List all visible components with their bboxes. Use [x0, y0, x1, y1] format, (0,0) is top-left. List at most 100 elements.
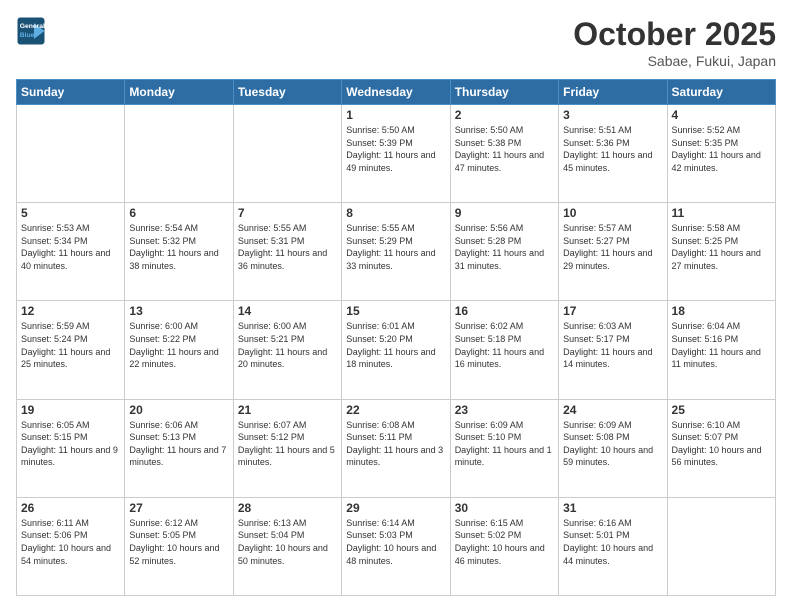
day-number: 10 — [563, 206, 662, 220]
day-number: 14 — [238, 304, 337, 318]
day-number: 15 — [346, 304, 445, 318]
calendar-cell: 10 Sunrise: 5:57 AMSunset: 5:27 PMDayligh… — [559, 203, 667, 301]
calendar-cell: 11Sunrise: 5:58 AMSunset: 5:25 PMDayligh… — [667, 203, 775, 301]
calendar-page: General Blue October 2025 Sabae, Fukui, … — [0, 0, 792, 612]
calendar-cell: 20 Sunrise: 6:06 AMSunset: 5:13 PMDayligh… — [125, 399, 233, 497]
day-number: 17 — [563, 304, 662, 318]
calendar-cell: 18 Sunrise: 6:04 AMSunset: 5:16 PMDayligh… — [667, 301, 775, 399]
calendar-cell: 22 Sunrise: 6:08 AMSunset: 5:11 PMDayligh… — [342, 399, 450, 497]
day-info: Sunrise: 6:12 AMSunset: 5:05 PMDaylight:… — [129, 517, 228, 567]
day-info: Sunrise: 6:02 AMSunset: 5:18 PMDaylight:… — [455, 320, 554, 370]
calendar-cell: 3 Sunrise: 5:51 AMSunset: 5:36 PMDaylight… — [559, 105, 667, 203]
week-row: 5Sunrise: 5:53 AMSunset: 5:34 PMDaylight… — [17, 203, 776, 301]
logo-icon: General Blue — [16, 16, 46, 46]
calendar-cell: 13Sunrise: 6:00 AMSunset: 5:22 PMDayligh… — [125, 301, 233, 399]
day-number: 12 — [21, 304, 120, 318]
day-info: Sunrise: 6:03 AMSunset: 5:17 PMDaylight:… — [563, 320, 662, 370]
calendar-cell: 4Sunrise: 5:52 AMSunset: 5:35 PMDaylight… — [667, 105, 775, 203]
day-header: Saturday — [667, 80, 775, 105]
calendar-cell: 29Sunrise: 6:14 AMSunset: 5:03 PMDayligh… — [342, 497, 450, 595]
day-number: 26 — [21, 501, 120, 515]
day-number: 11 — [672, 206, 771, 220]
day-number: 6 — [129, 206, 228, 220]
header: General Blue October 2025 Sabae, Fukui, … — [16, 16, 776, 69]
day-number: 25 — [672, 403, 771, 417]
week-row: 1Sunrise: 5:50 AMSunset: 5:39 PMDaylight… — [17, 105, 776, 203]
month-title: October 2025 — [573, 16, 776, 53]
day-header: Monday — [125, 80, 233, 105]
calendar-cell: 2 Sunrise: 5:50 AMSunset: 5:38 PMDaylight… — [450, 105, 558, 203]
day-number: 23 — [455, 403, 554, 417]
day-number: 9 — [455, 206, 554, 220]
day-number: 22 — [346, 403, 445, 417]
calendar-table: SundayMondayTuesdayWednesdayThursdayFrid… — [16, 79, 776, 596]
day-info: Sunrise: 6:00 AMSunset: 5:21 PMDaylight:… — [238, 320, 337, 370]
day-number: 21 — [238, 403, 337, 417]
day-info: Sunrise: 6:05 AMSunset: 5:15 PMDaylight:… — [21, 419, 120, 469]
day-info: Sunrise: 5:53 AMSunset: 5:34 PMDaylight:… — [21, 222, 120, 272]
day-info: Sunrise: 6:01 AMSunset: 5:20 PMDaylight:… — [346, 320, 445, 370]
calendar-cell: 21Sunrise: 6:07 AMSunset: 5:12 PMDayligh… — [233, 399, 341, 497]
day-info: Sunrise: 6:08 AMSunset: 5:11 PMDaylight:… — [346, 419, 445, 469]
day-info: Sunrise: 5:54 AMSunset: 5:32 PMDaylight:… — [129, 222, 228, 272]
day-info: Sunrise: 5:51 AMSunset: 5:36 PMDaylight:… — [563, 124, 662, 174]
calendar-cell: 9 Sunrise: 5:56 AMSunset: 5:28 PMDaylight… — [450, 203, 558, 301]
calendar-cell: 24 Sunrise: 6:09 AMSunset: 5:08 PMDayligh… — [559, 399, 667, 497]
title-area: October 2025 Sabae, Fukui, Japan — [573, 16, 776, 69]
calendar-cell: 16 Sunrise: 6:02 AMSunset: 5:18 PMDayligh… — [450, 301, 558, 399]
day-header: Thursday — [450, 80, 558, 105]
week-row: 26 Sunrise: 6:11 AMSunset: 5:06 PMDayligh… — [17, 497, 776, 595]
day-info: Sunrise: 6:04 AMSunset: 5:16 PMDaylight:… — [672, 320, 771, 370]
calendar-cell: 25 Sunrise: 6:10 AMSunset: 5:07 PMDayligh… — [667, 399, 775, 497]
day-info: Sunrise: 6:09 AMSunset: 5:10 PMDaylight:… — [455, 419, 554, 469]
calendar-cell — [17, 105, 125, 203]
day-info: Sunrise: 5:55 AMSunset: 5:29 PMDaylight:… — [346, 222, 445, 272]
day-number: 28 — [238, 501, 337, 515]
day-number: 30 — [455, 501, 554, 515]
day-number: 4 — [672, 108, 771, 122]
day-info: Sunrise: 5:56 AMSunset: 5:28 PMDaylight:… — [455, 222, 554, 272]
day-info: Sunrise: 6:13 AMSunset: 5:04 PMDaylight:… — [238, 517, 337, 567]
day-info: Sunrise: 6:11 AMSunset: 5:06 PMDaylight:… — [21, 517, 120, 567]
svg-text:Blue: Blue — [20, 32, 35, 39]
day-number: 3 — [563, 108, 662, 122]
day-number: 2 — [455, 108, 554, 122]
calendar-cell: 17 Sunrise: 6:03 AMSunset: 5:17 PMDayligh… — [559, 301, 667, 399]
day-number: 13 — [129, 304, 228, 318]
calendar-cell: 27 Sunrise: 6:12 AMSunset: 5:05 PMDayligh… — [125, 497, 233, 595]
calendar-cell: 31Sunrise: 6:16 AMSunset: 5:01 PMDayligh… — [559, 497, 667, 595]
calendar-cell: 12 Sunrise: 5:59 AMSunset: 5:24 PMDayligh… — [17, 301, 125, 399]
calendar-cell: 6 Sunrise: 5:54 AMSunset: 5:32 PMDaylight… — [125, 203, 233, 301]
calendar-cell: 5Sunrise: 5:53 AMSunset: 5:34 PMDaylight… — [17, 203, 125, 301]
day-number: 31 — [563, 501, 662, 515]
day-info: Sunrise: 6:09 AMSunset: 5:08 PMDaylight:… — [563, 419, 662, 469]
day-header: Friday — [559, 80, 667, 105]
calendar-cell: 28 Sunrise: 6:13 AMSunset: 5:04 PMDayligh… — [233, 497, 341, 595]
logo: General Blue — [16, 16, 50, 46]
day-number: 16 — [455, 304, 554, 318]
day-number: 29 — [346, 501, 445, 515]
calendar-cell: 26 Sunrise: 6:11 AMSunset: 5:06 PMDayligh… — [17, 497, 125, 595]
day-number: 18 — [672, 304, 771, 318]
day-number: 20 — [129, 403, 228, 417]
day-number: 1 — [346, 108, 445, 122]
day-info: Sunrise: 6:15 AMSunset: 5:02 PMDaylight:… — [455, 517, 554, 567]
day-info: Sunrise: 5:57 AMSunset: 5:27 PMDaylight:… — [563, 222, 662, 272]
calendar-cell: 23 Sunrise: 6:09 AMSunset: 5:10 PMDayligh… — [450, 399, 558, 497]
calendar-cell: 30 Sunrise: 6:15 AMSunset: 5:02 PMDayligh… — [450, 497, 558, 595]
day-header: Tuesday — [233, 80, 341, 105]
calendar-cell: 7Sunrise: 5:55 AMSunset: 5:31 PMDaylight… — [233, 203, 341, 301]
calendar-cell — [667, 497, 775, 595]
day-number: 19 — [21, 403, 120, 417]
day-info: Sunrise: 6:06 AMSunset: 5:13 PMDaylight:… — [129, 419, 228, 469]
day-header: Sunday — [17, 80, 125, 105]
day-info: Sunrise: 5:50 AMSunset: 5:38 PMDaylight:… — [455, 124, 554, 174]
day-number: 24 — [563, 403, 662, 417]
header-row: SundayMondayTuesdayWednesdayThursdayFrid… — [17, 80, 776, 105]
day-info: Sunrise: 6:10 AMSunset: 5:07 PMDaylight:… — [672, 419, 771, 469]
day-info: Sunrise: 5:59 AMSunset: 5:24 PMDaylight:… — [21, 320, 120, 370]
calendar-cell: 8Sunrise: 5:55 AMSunset: 5:29 PMDaylight… — [342, 203, 450, 301]
svg-text:General: General — [20, 23, 45, 30]
day-number: 27 — [129, 501, 228, 515]
week-row: 19 Sunrise: 6:05 AMSunset: 5:15 PMDayligh… — [17, 399, 776, 497]
